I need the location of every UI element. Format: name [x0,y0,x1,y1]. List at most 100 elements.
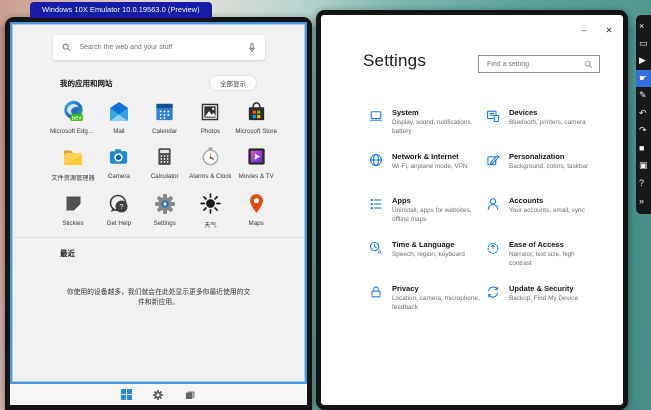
category-desc: Bluetooth, printers, camera [509,119,586,128]
category-personalization[interactable]: Personalization Background, colors, task… [486,152,601,182]
start-search-input[interactable] [78,43,248,52]
window-controls: – ✕ [578,25,615,36]
category-apps[interactable]: Apps Uninstall, apps for websites, offli… [369,196,486,226]
app-label: 文件资源管理器 [51,173,94,182]
category-desc: Speech, region, keyboard [392,251,465,260]
start-search-box[interactable] [53,35,265,60]
minimize-icon[interactable]: – [578,25,590,36]
search-icon [62,43,71,52]
camera-icon [106,144,131,169]
category-privacy[interactable]: Privacy Location, camera, microphone, fe… [369,284,486,314]
accounts-icon [486,197,500,211]
category-time-language[interactable]: A Time & Language Speech, region, keyboa… [369,240,486,270]
app-tile-maps[interactable]: Maps [233,191,279,229]
category-title: Personalization [509,152,588,161]
app-tile-calendar[interactable]: Calendar [142,99,188,135]
apps-section-header: 我的应用和网站 全部显示 [60,75,257,91]
category-title: Network & Internet [392,152,468,161]
file-explorer-icon [61,144,86,169]
ease-of-access-icon [486,241,500,255]
app-tile-edge[interactable]: DEV Microsoft Edge ... [50,99,96,135]
category-ease-of-access[interactable]: Ease of Access Narrator, text size, high… [486,240,601,270]
task-view-icon[interactable] [184,389,196,401]
app-tile-store[interactable]: Microsoft Store [233,99,279,135]
app-label: Calendar [152,128,177,135]
app-label: Get Help [107,220,131,227]
app-label: Mail [113,128,124,135]
category-title: Devices [509,108,586,117]
emulator-title-tab[interactable]: Windows 10X Emulator 10.0.19563.0 (Previ… [30,2,212,18]
app-tile-weather[interactable]: 天气 [188,191,234,229]
emulator-window: 我的应用和网站 全部显示 DEV Microsoft Edge ... Mail… [5,17,312,410]
settings-search-box[interactable] [478,55,600,73]
app-label: Photos [201,128,220,135]
recent-empty-message: 你使用的设备越多，我们就会在此处显示更多你最近使用的文件和新应用。 [64,286,254,306]
svg-text:A: A [377,249,382,255]
app-tile-settings[interactable]: Settings [142,191,188,229]
mail-icon [106,99,131,124]
emulator-side-toolbar: × ▭ ▶ ☛ ✎ ↶ ↷ ■ ▣ ? » [636,15,651,214]
app-tile-stickies[interactable]: Stickies [50,191,96,229]
personalization-icon [486,153,500,167]
start-windows-icon[interactable] [121,389,132,400]
alarms-clock-icon [198,144,223,169]
hand-pan-icon[interactable]: ☛ [636,70,651,88]
app-tile-movies[interactable]: Movies & TV [233,144,279,182]
privacy-icon [369,285,383,299]
taskbar-settings-gear-icon[interactable] [152,389,164,401]
settings-content: – ✕ Settings System Display, sound, noti… [321,15,623,405]
recent-heading: 最近 [60,248,305,259]
category-title: Privacy [392,284,480,293]
app-label: Settings [153,220,175,227]
svg-text:DEV: DEV [71,115,82,121]
category-title: System [392,108,480,117]
category-desc: Backup, Find My Device [509,295,578,304]
app-tile-alarms[interactable]: Alarms & Clock [188,144,234,182]
fill-square-icon[interactable]: ■ [636,140,651,158]
show-all-button[interactable]: 全部显示 [209,75,257,91]
update-security-icon [486,285,500,299]
get-help-icon: ? [106,191,131,216]
category-desc: Wi-Fi, airplane mode, VPN [392,163,468,172]
window-icon[interactable]: ▭ [636,35,651,53]
pen-icon[interactable]: ✎ [636,87,651,105]
redo-icon[interactable]: ↷ [636,122,651,140]
app-label: Movies & TV [239,173,274,180]
app-tile-photos[interactable]: Photos [188,99,234,135]
close-icon[interactable]: × [636,17,651,35]
microphone-icon[interactable] [248,43,256,53]
app-tile-calculator[interactable]: Calculator [142,144,188,182]
system-icon [369,109,383,123]
devices-icon [486,109,500,123]
category-desc: Display, sound, notifications, battery [392,119,480,136]
app-tile-file-explorer[interactable]: 文件资源管理器 [50,144,96,182]
movies-tv-icon [244,144,269,169]
close-icon[interactable]: ✕ [603,25,615,36]
app-tile-mail[interactable]: Mail [96,99,142,135]
emulator-taskbar [10,384,307,405]
calendar-icon [152,99,177,124]
apps-icon [369,197,383,211]
more-icon[interactable]: » [636,192,651,210]
category-network[interactable]: Network & Internet Wi-Fi, airplane mode,… [369,152,486,182]
category-desc: Narrator, text size, high contrast [509,251,597,268]
app-tile-get-help[interactable]: ? Get Help [96,191,142,229]
apps-section-heading: 我的应用和网站 [60,78,113,89]
category-devices[interactable]: Devices Bluetooth, printers, camera [486,108,601,138]
cursor-icon[interactable]: ▶ [636,52,651,70]
app-tile-camera[interactable]: Camera [96,144,142,182]
stickies-icon [61,191,86,216]
crop-icon[interactable]: ▣ [636,157,651,175]
app-label: Microsoft Store [235,128,277,135]
category-system[interactable]: System Display, sound, notifications, ba… [369,108,486,138]
category-update-security[interactable]: Update & Security Backup, Find My Device [486,284,601,314]
category-accounts[interactable]: Accounts Your accounts, email, sync [486,196,601,226]
undo-icon[interactable]: ↶ [636,105,651,123]
settings-search-input[interactable] [485,60,584,69]
category-title: Apps [392,196,480,205]
app-label: Calculator [151,173,179,180]
time-language-icon: A [369,241,383,255]
app-label: Camera [108,173,130,180]
svg-text:?: ? [119,202,123,211]
help-icon[interactable]: ? [636,175,651,193]
